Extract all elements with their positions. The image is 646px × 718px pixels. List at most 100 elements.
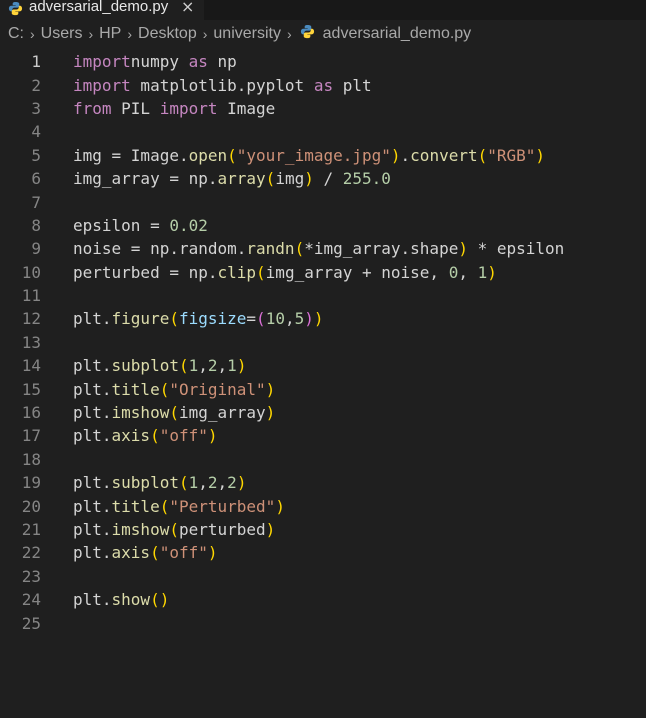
code-token: axis	[111, 543, 151, 563]
tab-bar: adversarial_demo.py ×	[0, 0, 646, 20]
code-text: importnumpy as np	[73, 52, 237, 71]
code-line[interactable]: 11	[0, 284, 646, 307]
code-line[interactable]: 1 importnumpy as np	[0, 50, 646, 73]
line-number: 16	[21, 403, 41, 423]
code-token: plt.	[73, 403, 112, 423]
code-token: as	[313, 75, 334, 95]
code-token: .	[400, 145, 411, 165]
code-token: (	[169, 309, 179, 329]
code-line[interactable]: 16 plt.imshow(img_array)	[0, 401, 646, 424]
code-token: 2	[207, 356, 218, 376]
code-token: "off"	[159, 426, 208, 446]
code-token: "your_image.jpg"	[236, 145, 391, 165]
code-token: np	[207, 52, 237, 72]
breadcrumb-item-drive[interactable]: C:	[8, 25, 24, 43]
breadcrumb-item-users[interactable]: Users	[41, 25, 83, 43]
code-line[interactable]: 5 img = Image.open("your_image.jpg").conv…	[0, 144, 646, 167]
code-text: img_array = np.array(img) / 255.0	[73, 169, 391, 188]
breadcrumb-item-desktop[interactable]: Desktop	[138, 25, 197, 43]
code-line[interactable]: 18	[0, 448, 646, 471]
line-number: 24	[21, 590, 41, 610]
code-token: 5	[294, 309, 305, 329]
code-token: 10	[265, 309, 285, 329]
code-line[interactable]: 14 plt.subplot(1,2,1)	[0, 354, 646, 377]
code-line[interactable]: 9 noise = np.random.randn(*img_array.shap…	[0, 237, 646, 260]
code-token: (	[294, 239, 305, 259]
code-line[interactable]: 12 plt.figure(figsize=(10,5))	[0, 307, 646, 330]
code-line[interactable]: 19 plt.subplot(1,2,2)	[0, 471, 646, 494]
code-text: plt.figure(figsize=(10,5))	[73, 309, 324, 328]
breadcrumb-item-file[interactable]: adversarial_demo.py	[323, 25, 472, 43]
code-token: img_array	[178, 403, 266, 423]
code-line[interactable]: 22 plt.axis("off")	[0, 541, 646, 564]
code-line[interactable]: 20 plt.title("Perturbed")	[0, 494, 646, 517]
code-token: import	[159, 98, 218, 118]
code-token: 1	[227, 356, 237, 376]
code-token: convert	[410, 145, 478, 165]
code-token: (	[150, 426, 160, 446]
chevron-right-icon: ›	[88, 26, 94, 42]
code-line[interactable]: 2 import matplotlib.pyplot as plt	[0, 73, 646, 96]
code-line[interactable]: 21 plt.imshow(perturbed)	[0, 518, 646, 541]
breadcrumb: C: › Users › HP › Desktop › university ›…	[0, 20, 646, 48]
code-text: noise = np.random.randn(*img_array.shape…	[73, 239, 564, 258]
code-line[interactable]: 7	[0, 190, 646, 213]
code-line[interactable]: 4	[0, 120, 646, 143]
code-token: clip	[217, 262, 257, 282]
code-token: (	[169, 520, 179, 539]
code-token: (	[256, 262, 266, 282]
code-token: img_array + noise,	[265, 262, 449, 282]
code-line[interactable]: 23	[0, 565, 646, 588]
breadcrumb-item-university[interactable]: university	[213, 25, 281, 43]
code-text: plt.axis("off")	[73, 543, 218, 562]
code-token: ,	[217, 356, 228, 376]
line-number: 7	[31, 192, 41, 212]
chevron-right-icon: ›	[30, 26, 35, 42]
line-number: 22	[21, 543, 41, 563]
code-token: as	[188, 52, 208, 72]
code-token: (	[178, 473, 189, 493]
code-token: "RGB"	[487, 145, 536, 165]
code-editor[interactable]: 1 importnumpy as np 2 import matplotlib.pyp…	[0, 48, 646, 635]
line-number: 25	[21, 613, 41, 633]
code-text: plt.imshow(img_array)	[73, 403, 275, 422]
code-line[interactable]: 15 plt.title("Original")	[0, 377, 646, 400]
code-text: plt.title("Original")	[73, 380, 275, 399]
code-line[interactable]: 10 perturbed = np.clip(img_array + noise,…	[0, 261, 646, 284]
code-line[interactable]: 17 plt.axis("off")	[0, 424, 646, 447]
code-token: (	[150, 543, 160, 563]
code-line[interactable]: 24 plt.show()	[0, 588, 646, 611]
code-text: import matplotlib.pyplot as plt	[73, 76, 372, 95]
code-token: ,	[458, 262, 478, 282]
code-token: perturbed = np.	[73, 262, 218, 282]
close-icon[interactable]: ×	[181, 0, 194, 15]
code-token: figsize	[178, 309, 247, 329]
code-line[interactable]: 6 img_array = np.array(img) / 255.0	[0, 167, 646, 190]
code-token: )	[207, 543, 218, 563]
code-token: plt.	[73, 379, 112, 399]
tab-label: adversarial_demo.py	[29, 0, 169, 15]
code-token: plt.	[73, 426, 112, 446]
code-line[interactable]: 8 epsilon = 0.02	[0, 214, 646, 237]
code-text: plt.show()	[73, 590, 169, 609]
code-line[interactable]: 13	[0, 331, 646, 354]
code-token: )	[304, 309, 314, 329]
editor-tab[interactable]: adversarial_demo.py ×	[0, 0, 204, 20]
code-token: )	[304, 169, 314, 189]
code-token: )	[265, 520, 276, 539]
code-text: from PIL import Image	[73, 99, 275, 118]
code-line[interactable]: 25	[0, 611, 646, 634]
code-token: noise = np.random.	[73, 239, 247, 259]
code-token: subplot	[111, 473, 179, 493]
code-token: (	[159, 496, 170, 516]
code-line[interactable]: 3 from PIL import Image	[0, 97, 646, 120]
code-token: img_array = np.	[73, 169, 218, 189]
breadcrumb-item-hp[interactable]: HP	[99, 25, 121, 43]
code-token: 1	[188, 356, 199, 376]
chevron-right-icon: ›	[202, 26, 208, 42]
code-text: plt.subplot(1,2,1)	[73, 356, 246, 375]
code-token: *img_array.shape	[304, 239, 459, 259]
code-token: import	[73, 75, 131, 95]
code-token: )	[236, 473, 247, 493]
python-file-icon	[8, 1, 23, 20]
